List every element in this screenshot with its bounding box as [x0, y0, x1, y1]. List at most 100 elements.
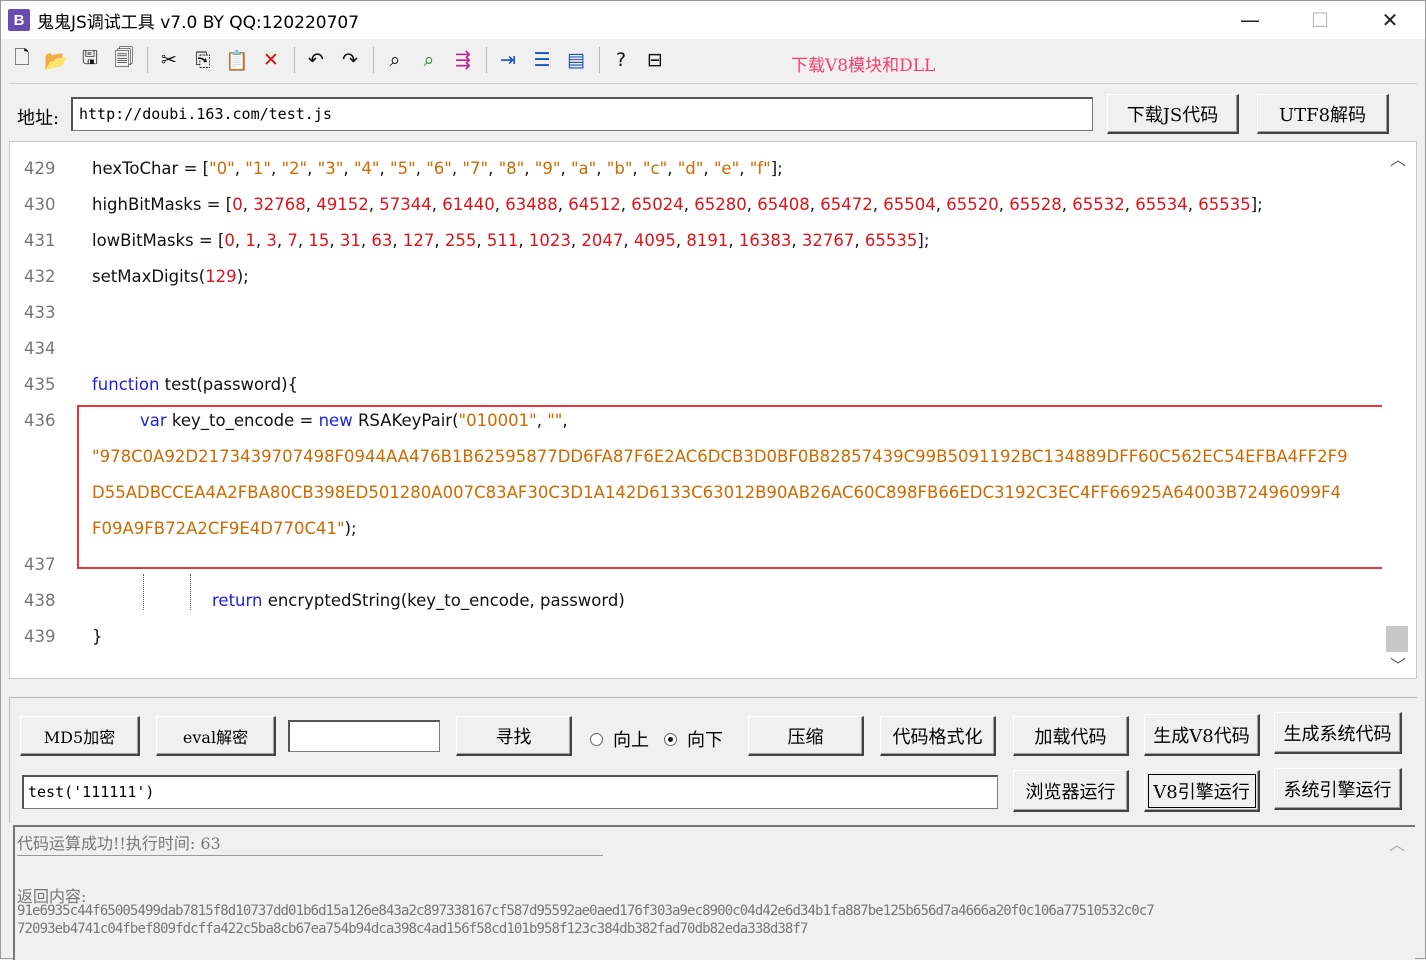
code-token: 49152 — [316, 194, 369, 214]
browser-run-button[interactable]: 浏览器运行 — [1013, 770, 1129, 812]
close-button[interactable]: ✕ — [1355, 1, 1425, 39]
eval-decrypt-button[interactable]: eval解密 — [156, 716, 276, 756]
toolbar-divider — [486, 47, 487, 73]
indent-guide — [190, 574, 191, 610]
find-replace-icon[interactable]: ⌕ — [414, 45, 444, 75]
scroll-up-icon[interactable]: ︿ — [1390, 146, 1406, 170]
cut-icon[interactable]: ✂ — [154, 45, 184, 75]
download-v8-link[interactable]: 下载V8模块和DLL — [791, 51, 935, 76]
radio-down-dot[interactable] — [664, 732, 677, 746]
code-token: 0 — [232, 194, 243, 214]
undo-icon[interactable]: ↶ — [301, 45, 331, 75]
code-token: "7" — [462, 158, 489, 178]
help-icon[interactable]: ? — [606, 45, 636, 75]
app-logo-icon: B — [8, 9, 30, 31]
toolbar-divider — [294, 47, 295, 73]
v8-run-button[interactable]: V8引擎运行 — [1144, 770, 1260, 812]
load-code-button[interactable]: 加载代码 — [1013, 716, 1129, 756]
code-token: , — [307, 158, 318, 178]
line-number: 435 — [24, 374, 56, 394]
search-input[interactable] — [288, 720, 440, 752]
code-editor[interactable]: 429 hexToChar = ["0", "1", "2", "3", "4",… — [9, 141, 1417, 679]
code-token: , — [476, 230, 487, 250]
find-button[interactable]: 寻找 — [456, 716, 572, 756]
compress-button[interactable]: 压缩 — [748, 716, 864, 756]
code-token: 65472 — [820, 194, 873, 214]
editor-scrollbar[interactable]: ︿ ﹀ — [1382, 142, 1416, 678]
generate-system-button[interactable]: 生成系统代码 — [1274, 712, 1402, 754]
download-js-button[interactable]: 下载JS代码 — [1107, 94, 1239, 134]
output-panel[interactable]: 代码运算成功!!执行时间: 63 返回内容: 91e6935c44f650054… — [13, 825, 1415, 960]
code-token: , — [703, 158, 714, 178]
copy-icon[interactable]: ⎘ — [188, 45, 218, 75]
code-token: , — [739, 158, 750, 178]
indent-icon[interactable]: ⇥ — [493, 45, 523, 75]
window-icon[interactable]: ▤ — [561, 45, 591, 75]
line-number: 437 — [24, 554, 56, 574]
radio-up[interactable]: 向上 — [590, 726, 649, 752]
code-token: , — [596, 158, 607, 178]
code-token: , — [297, 230, 309, 250]
code-token: } — [92, 626, 103, 646]
find-icon[interactable]: ⌕ — [380, 45, 410, 75]
code-token: , — [270, 158, 282, 178]
scroll-down-icon[interactable]: ﹀ — [1390, 652, 1406, 676]
align-icon[interactable]: ⇶ — [448, 45, 478, 75]
code-token: 65534 — [1135, 194, 1188, 214]
generate-v8-button[interactable]: 生成V8代码 — [1144, 714, 1260, 756]
code-token: , — [329, 230, 340, 250]
format-code-button[interactable]: 代码格式化 — [880, 716, 996, 756]
bookmark-icon[interactable]: ⊟ — [640, 45, 670, 75]
md5-encrypt-button[interactable]: MD5加密 — [20, 716, 140, 756]
maximize-button[interactable]: ☐ — [1285, 1, 1355, 39]
address-input[interactable]: http://doubi.163.com/test.js — [71, 97, 1093, 131]
utf8-decode-button[interactable]: UTF8解码 — [1257, 94, 1389, 134]
address-bar: 地址: http://doubi.163.com/test.js 下载JS代码 … — [9, 83, 1417, 141]
code-token: , — [434, 230, 445, 250]
system-run-button[interactable]: 系统引擎运行 — [1274, 768, 1402, 810]
numbered-list-icon[interactable]: ☰ — [527, 45, 557, 75]
radio-down-label: 向下 — [687, 730, 723, 751]
code-token: test(password){ — [159, 374, 299, 394]
code-token: , — [1124, 194, 1136, 214]
redo-icon[interactable]: ↷ — [335, 45, 365, 75]
code-token: function — [92, 374, 160, 394]
line-number: 438 — [24, 590, 56, 610]
code-text: lowBitMasks = [0, 1, 3, 7, 15, 31, 63, 1… — [92, 231, 929, 250]
code-text: } — [92, 627, 103, 646]
minimize-button[interactable]: — — [1215, 1, 1285, 39]
code-token: , — [560, 158, 571, 178]
code-token: , — [524, 158, 535, 178]
save-all-icon[interactable]: 🗐 — [109, 45, 139, 75]
code-token: , — [570, 230, 582, 250]
code-token: , — [379, 158, 391, 178]
code-token: , — [415, 158, 427, 178]
code-token: 63488 — [505, 194, 558, 214]
command-input[interactable]: test('111111') — [22, 775, 998, 809]
code-token: , — [675, 230, 687, 250]
open-folder-icon[interactable]: 📂 — [41, 45, 71, 75]
scroll-thumb[interactable] — [1386, 626, 1408, 652]
code-token: , — [809, 194, 821, 214]
radio-down[interactable]: 向下 — [664, 726, 723, 752]
output-scrollbar[interactable]: ︿ — [1381, 827, 1415, 960]
save-icon[interactable]: 🖫 — [75, 45, 105, 75]
code-token: 1023 — [528, 230, 571, 250]
radio-up-dot[interactable] — [590, 732, 603, 746]
code-text: return encryptedString(key_to_encode, pa… — [212, 591, 625, 610]
code-token: highBitMasks = [ — [92, 194, 233, 214]
code-token: 255 — [444, 230, 477, 250]
output-divider — [17, 855, 603, 856]
scroll-up-icon[interactable]: ︿ — [1389, 831, 1405, 855]
code-token: "5" — [390, 158, 416, 178]
code-token: 57344 — [379, 194, 432, 214]
title-bar: B 鬼鬼JS调试工具 v7.0 BY QQ:120220707 — ☐ ✕ — [1, 1, 1425, 39]
paste-icon[interactable]: 📋 — [222, 45, 252, 75]
delete-icon[interactable]: ✕ — [256, 45, 286, 75]
code-token: lowBitMasks = [ — [92, 230, 225, 250]
code-token: , — [998, 194, 1010, 214]
code-text: function test(password){ — [92, 375, 298, 394]
new-file-icon[interactable]: 🗋 — [7, 45, 37, 75]
code-token: 65504 — [883, 194, 936, 214]
code-token: 65024 — [631, 194, 684, 214]
